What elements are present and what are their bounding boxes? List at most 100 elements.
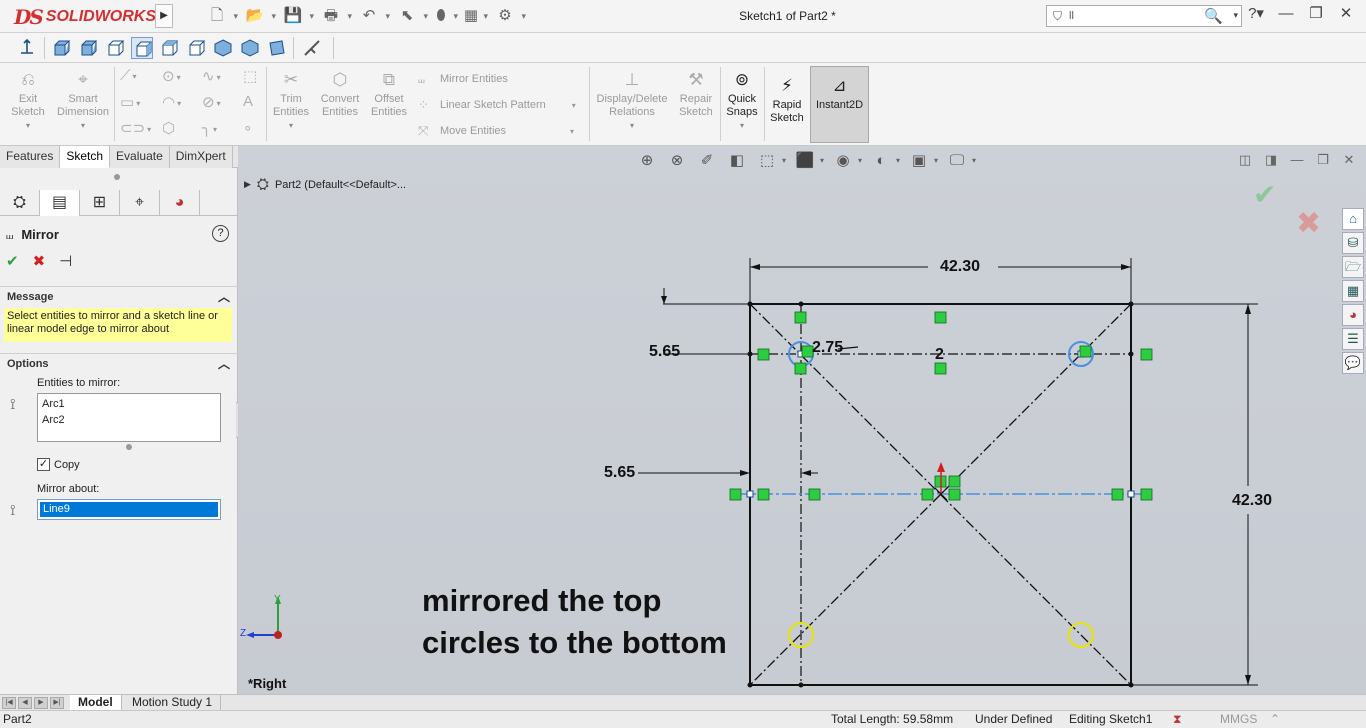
search-box[interactable]: ⛉ 🔍 ▾	[1046, 5, 1242, 27]
polygon-tool-icon[interactable]: ⬡	[162, 119, 192, 139]
list-item[interactable]: Arc2	[42, 412, 216, 428]
normal-to-icon[interactable]	[16, 37, 38, 59]
dimension-small[interactable]: 2.75	[812, 339, 843, 357]
message-section-header[interactable]: Message ︿	[0, 286, 238, 306]
restore-icon[interactable]: ❐	[1306, 4, 1326, 22]
fillet-tool-icon[interactable]: ╮ ▾	[202, 119, 232, 139]
status-units-dropdown-icon[interactable]: ⌃	[1270, 711, 1280, 728]
cancel-x-icon[interactable]: ✖	[33, 252, 46, 270]
tab-features[interactable]: Features	[0, 146, 61, 168]
display-delete-relations-button[interactable]: ⊥ Display/Delete Relations ▾	[593, 69, 671, 132]
design-library-icon[interactable]: ⛁	[1342, 232, 1364, 254]
pushpin-icon[interactable]: ⊣	[59, 252, 72, 270]
file-explorer-icon[interactable]: 🗁	[1342, 256, 1364, 278]
open-folder-icon[interactable]: 📂	[243, 6, 276, 26]
custom-properties-icon[interactable]: ☰	[1342, 328, 1364, 350]
rapid-sketch-button[interactable]: ⚡ Rapid Sketch	[766, 75, 808, 125]
feature-manager-tab-icon[interactable]: ⛭	[0, 190, 40, 216]
list-resize-handle[interactable]	[126, 444, 132, 450]
help-button[interactable]: ?	[212, 225, 229, 242]
collapse-chevron-icon[interactable]: ︿	[218, 287, 230, 307]
view-right-icon[interactable]	[131, 37, 153, 59]
expand-menu-arrow-icon[interactable]: ▶	[155, 4, 173, 28]
print-icon[interactable]: 🖶	[319, 6, 352, 26]
slot-tool-icon[interactable]: ⊂⊃ ▾	[120, 119, 151, 139]
panel-splitter[interactable]	[114, 174, 120, 180]
copy-checkbox[interactable]: ✓	[37, 458, 50, 471]
help-icon[interactable]: ?▾	[1246, 4, 1266, 22]
dimension-top-width[interactable]: 42.30	[940, 258, 980, 276]
search-scope-icon[interactable]: ⛉	[1053, 9, 1062, 24]
circle-tool-icon[interactable]: ⊙ ▾	[162, 67, 192, 87]
view-isometric-icon[interactable]	[212, 37, 234, 59]
exit-sketch-button[interactable]: ⎌ Exit Sketch ▾	[6, 69, 50, 132]
new-document-icon[interactable]: 🗋	[205, 6, 238, 26]
ellipse-tool-icon[interactable]: ⊘ ▾	[202, 93, 232, 113]
list-item[interactable]: Arc1	[42, 396, 216, 412]
prev-tab-icon[interactable]: ◀	[18, 697, 32, 709]
construction-geometry-icon[interactable]: ⬚	[243, 67, 273, 87]
sketch-canvas[interactable]	[238, 146, 1366, 694]
view-front-icon[interactable]	[50, 37, 72, 59]
minimize-icon[interactable]: —	[1276, 5, 1296, 22]
tab-model[interactable]: Model	[70, 695, 122, 711]
options-section-header[interactable]: Options ︿	[0, 353, 238, 373]
dimxpert-manager-tab-icon[interactable]: ⌖	[120, 190, 160, 216]
mirror-about-field[interactable]: Line9	[37, 499, 221, 520]
last-tab-icon[interactable]: ▶|	[50, 697, 64, 709]
view-back-icon[interactable]	[77, 37, 99, 59]
solidworks-logo[interactable]: DS SOLIDWORKS	[14, 5, 156, 29]
status-units[interactable]: MMGS	[1220, 711, 1257, 728]
select-arrow-icon[interactable]: ⬉	[395, 6, 428, 26]
view-trimetric-icon[interactable]	[239, 37, 261, 59]
quick-snaps-button[interactable]: ⊚ Quick Snaps ▾	[722, 69, 762, 132]
rebuild-indicator-icon[interactable]: ⧗	[1173, 711, 1181, 728]
tab-sketch[interactable]: Sketch	[60, 146, 111, 168]
tab-motion-study-1[interactable]: Motion Study 1	[124, 695, 222, 711]
dimension-right-height[interactable]: 42.30	[1232, 492, 1272, 510]
search-dropdown-icon[interactable]: ▾	[1233, 10, 1238, 21]
ok-check-icon[interactable]: ✔	[6, 252, 19, 270]
dimension-center-label[interactable]: 2	[935, 346, 944, 364]
repair-sketch-button[interactable]: ⚒ Repair Sketch	[675, 69, 717, 119]
point-tool-icon[interactable]: ∘	[243, 119, 273, 139]
property-manager-tab-icon[interactable]: ▤	[40, 190, 80, 216]
options-gear-icon[interactable]: ⚙	[493, 6, 526, 26]
view-dimetric-icon[interactable]	[266, 37, 288, 59]
trim-entities-button[interactable]: ✂ Trim Entities ▾	[270, 69, 312, 132]
spline-tool-icon[interactable]: ∿ ▾	[202, 67, 232, 87]
graphics-area[interactable]: ⊕ ⊗ ✐ ◧ ⬚ ⬛ ◉ ◐ ▣ 🖵 ◫ ◨ — ❐ ✕ ▶ ⛭ Part2 …	[238, 146, 1366, 694]
entities-to-mirror-list[interactable]: Arc1 Arc2	[37, 393, 221, 442]
next-tab-icon[interactable]: ▶	[34, 697, 48, 709]
instant2d-button[interactable]: ⊿ Instant2D	[810, 66, 869, 143]
arc-tool-icon[interactable]: ◠ ▾	[162, 93, 192, 113]
copy-option[interactable]: ✓ Copy	[37, 458, 80, 471]
forum-icon[interactable]: 💬	[1342, 352, 1364, 374]
undo-icon[interactable]: ↶	[357, 6, 390, 26]
collapse-chevron-icon[interactable]: ︿	[218, 354, 230, 374]
view-palette-icon[interactable]: ▦	[1342, 280, 1364, 302]
offset-entities-button[interactable]: ⧉ Offset Entities	[367, 69, 411, 119]
mirror-entities-button[interactable]: ⧢ Mirror Entities	[418, 71, 508, 87]
move-entities-button[interactable]: ⤧ Move Entities ▾	[418, 123, 574, 139]
display-manager-tab-icon[interactable]: ◕	[160, 190, 200, 216]
view-bottom-icon[interactable]	[185, 37, 207, 59]
rectangle-tool-icon[interactable]: ▭ ▾	[120, 93, 150, 113]
tab-evaluate[interactable]: Evaluate	[110, 146, 170, 168]
appearances-icon[interactable]: ◕	[1342, 304, 1364, 326]
file-properties-icon[interactable]: ▦	[463, 6, 488, 26]
first-tab-icon[interactable]: |◀	[2, 697, 16, 709]
dimension-left-upper[interactable]: 5.65	[649, 343, 680, 361]
text-tool-icon[interactable]: A	[243, 93, 273, 113]
line-tool-icon[interactable]: ⟋ ▾	[120, 67, 150, 87]
configuration-manager-tab-icon[interactable]: ⊞	[80, 190, 120, 216]
linear-sketch-pattern-button[interactable]: ⁘ Linear Sketch Pattern ▾	[418, 97, 576, 113]
convert-entities-button[interactable]: ⬡ Convert Entities	[315, 69, 365, 119]
tab-dimxpert[interactable]: DimXpert	[169, 146, 233, 168]
solidworks-resources-home-icon[interactable]: ⌂	[1342, 208, 1364, 230]
smart-dimension-button[interactable]: ⌖ Smart Dimension ▾	[56, 69, 110, 132]
search-magnifier-icon[interactable]: 🔍	[1204, 7, 1223, 25]
search-input[interactable]	[1069, 8, 1209, 24]
save-icon[interactable]: 💾	[281, 6, 314, 26]
close-icon[interactable]: ✕	[1336, 4, 1356, 22]
